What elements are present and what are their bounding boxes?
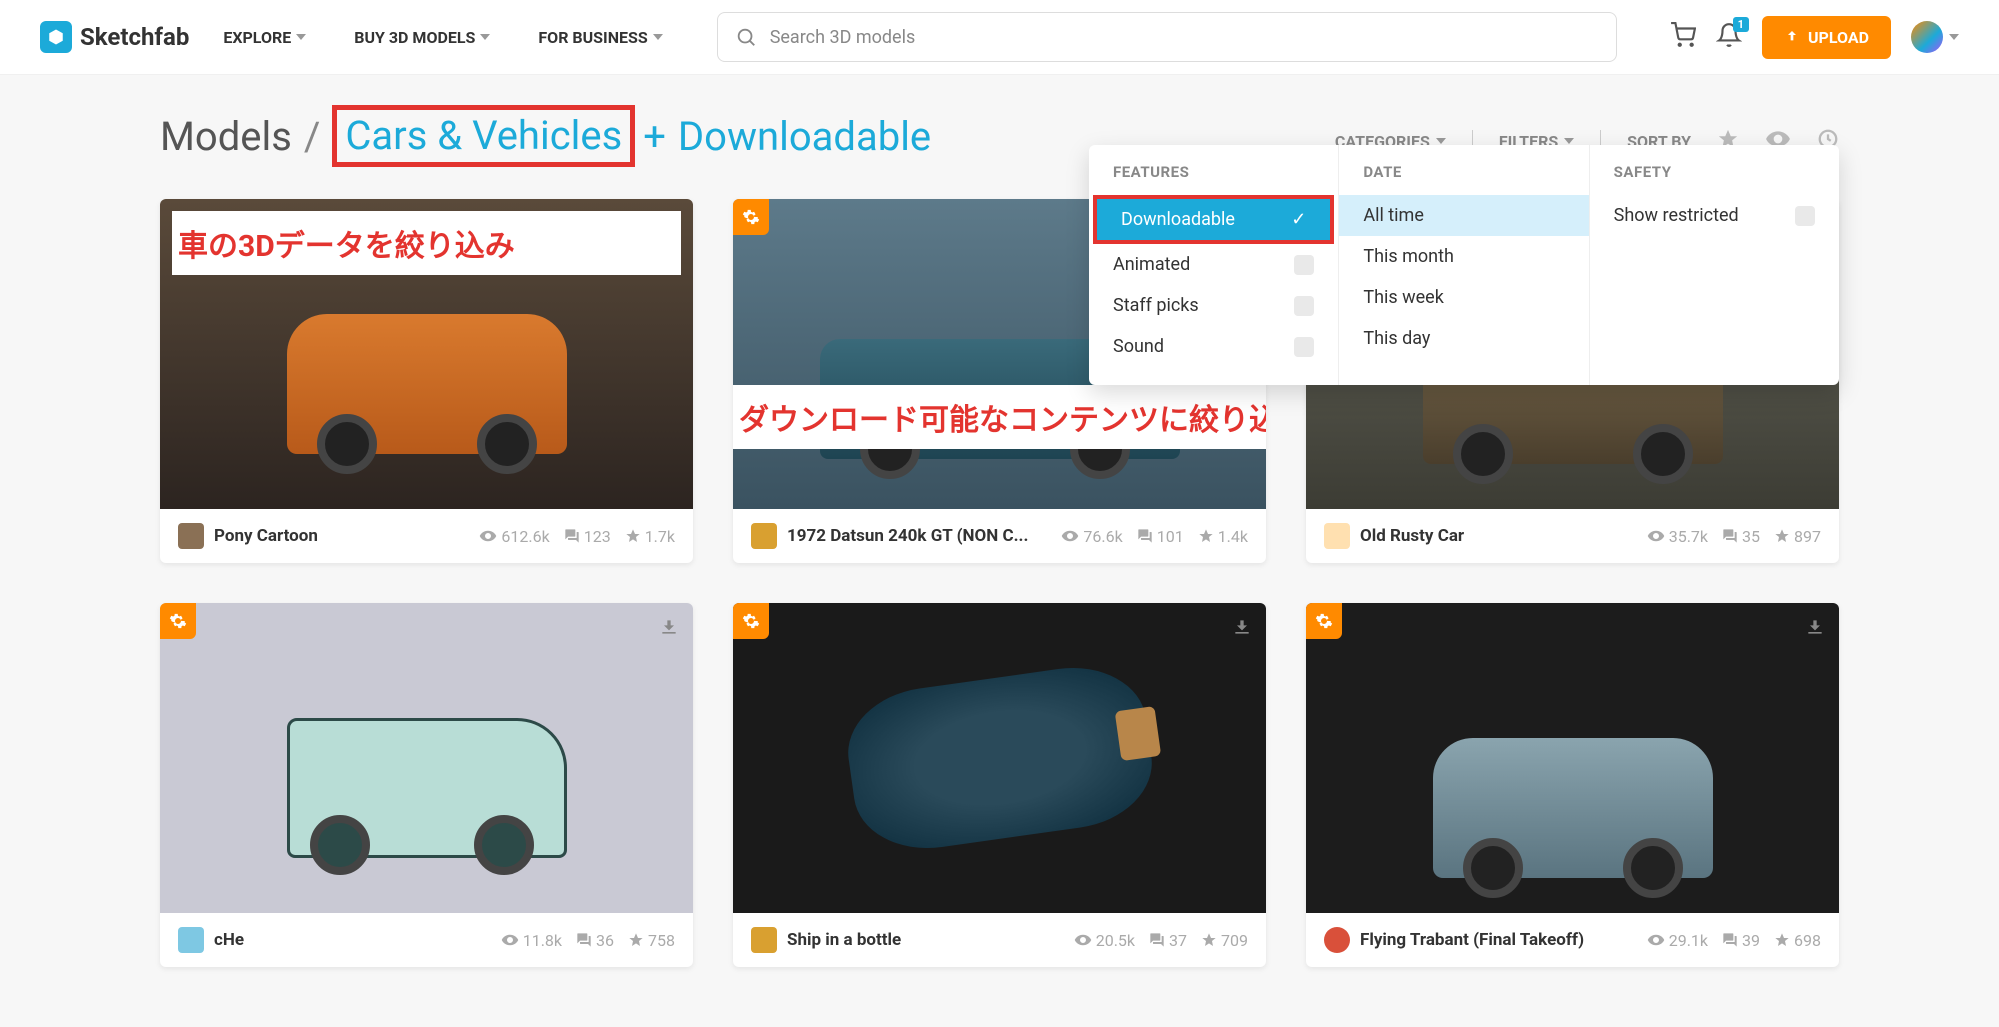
model-card[interactable]: cHe 11.8k 36 758 <box>160 603 693 967</box>
chevron-down-icon <box>1564 138 1574 144</box>
views-stat: 20.5k <box>1074 931 1135 950</box>
checkbox <box>1795 206 1815 226</box>
author-avatar[interactable] <box>178 927 204 953</box>
filter-this-month[interactable]: This month <box>1339 236 1588 277</box>
breadcrumb-plus: + <box>643 113 666 160</box>
notification-badge: 1 <box>1733 17 1749 32</box>
breadcrumb-tail[interactable]: Downloadable <box>678 113 931 160</box>
model-title[interactable]: Ship in a bottle <box>787 930 1064 950</box>
logo[interactable]: Sketchfab <box>40 21 189 53</box>
model-title[interactable]: Flying Trabant (Final Takeoff) <box>1360 930 1637 950</box>
download-icon <box>659 617 679 641</box>
filter-downloadable[interactable]: Downloadable ✓ <box>1097 199 1330 240</box>
chevron-down-icon <box>480 34 490 40</box>
header: Sketchfab EXPLORE BUY 3D MODELS FOR BUSI… <box>0 0 1999 75</box>
views-stat: 612.6k <box>479 527 549 546</box>
likes-stat: 758 <box>628 931 675 950</box>
breadcrumb-root[interactable]: Models <box>160 113 292 160</box>
likes-stat: 698 <box>1774 931 1821 950</box>
check-icon: ✓ <box>1291 209 1306 230</box>
model-card[interactable]: 車の3Dデータを絞り込み Pony Cartoon 612.6k 123 1.7… <box>160 199 693 563</box>
safety-heading: SAFETY <box>1590 163 1839 195</box>
download-icon <box>1805 617 1825 641</box>
brand-text: Sketchfab <box>80 23 189 51</box>
comments-stat: 123 <box>564 527 611 546</box>
filter-all-time[interactable]: All time <box>1339 195 1588 236</box>
search-input[interactable] <box>717 12 1617 62</box>
user-menu[interactable] <box>1911 21 1959 53</box>
thumbnail <box>733 603 1266 913</box>
gear-icon <box>160 603 196 639</box>
author-avatar[interactable] <box>1324 523 1350 549</box>
avatar <box>1911 21 1943 53</box>
views-stat: 35.7k <box>1647 527 1708 546</box>
date-heading: DATE <box>1339 163 1588 195</box>
comments-stat: 35 <box>1722 527 1760 546</box>
author-avatar[interactable] <box>751 523 777 549</box>
download-icon <box>1232 617 1252 641</box>
checkbox <box>1294 337 1314 357</box>
model-card[interactable]: Ship in a bottle 20.5k 37 709 <box>733 603 1266 967</box>
upload-button[interactable]: UPLOAD <box>1762 16 1891 59</box>
search-wrap <box>717 12 1617 62</box>
comments-stat: 37 <box>1149 931 1187 950</box>
chevron-down-icon <box>653 34 663 40</box>
gear-icon <box>733 603 769 639</box>
filter-staff-picks[interactable]: Staff picks <box>1089 285 1338 326</box>
author-avatar[interactable] <box>1324 927 1350 953</box>
model-title[interactable]: Old Rusty Car <box>1360 526 1637 546</box>
filter-show-restricted[interactable]: Show restricted <box>1590 195 1839 236</box>
filter-features-col: FEATURES Downloadable ✓ Animated Staff p… <box>1089 145 1339 385</box>
checkbox <box>1294 255 1314 275</box>
nav-business[interactable]: FOR BUSINESS <box>524 28 676 47</box>
filter-date-col: DATE All time This month This week This … <box>1339 145 1589 385</box>
model-card[interactable]: Flying Trabant (Final Takeoff) 29.1k 39 … <box>1306 603 1839 967</box>
filter-this-day[interactable]: This day <box>1339 318 1588 359</box>
chevron-down-icon <box>1949 34 1959 40</box>
views-stat: 76.6k <box>1061 527 1122 546</box>
chevron-down-icon <box>296 34 306 40</box>
author-avatar[interactable] <box>751 927 777 953</box>
filter-panel: FEATURES Downloadable ✓ Animated Staff p… <box>1089 145 1839 385</box>
filter-this-week[interactable]: This week <box>1339 277 1588 318</box>
breadcrumb: Models / Cars & Vehicles + Downloadable <box>160 105 931 167</box>
breadcrumb-sep: / <box>304 113 321 160</box>
nav-explore[interactable]: EXPLORE <box>209 28 320 47</box>
thumbnail: 車の3Dデータを絞り込み <box>160 199 693 509</box>
nav-buy[interactable]: BUY 3D MODELS <box>340 28 504 47</box>
page-body: Models / Cars & Vehicles + Downloadable … <box>0 75 1999 1027</box>
chevron-down-icon <box>1436 138 1446 144</box>
likes-stat: 1.4k <box>1198 527 1248 546</box>
gear-icon <box>1306 603 1342 639</box>
model-title[interactable]: 1972 Datsun 240k GT (NON C... <box>787 526 1051 546</box>
likes-stat: 897 <box>1774 527 1821 546</box>
model-title[interactable]: cHe <box>214 930 491 950</box>
thumbnail <box>160 603 693 913</box>
logo-icon <box>40 21 72 53</box>
likes-stat: 1.7k <box>625 527 675 546</box>
comments-stat: 39 <box>1722 931 1760 950</box>
gear-icon <box>733 199 769 235</box>
filter-animated[interactable]: Animated <box>1089 244 1338 285</box>
thumbnail <box>1306 603 1839 913</box>
annotation-text: 車の3Dデータを絞り込み <box>172 211 681 275</box>
cart-icon[interactable] <box>1670 22 1696 52</box>
comments-stat: 101 <box>1137 527 1184 546</box>
views-stat: 29.1k <box>1647 931 1708 950</box>
comments-stat: 36 <box>576 931 614 950</box>
views-stat: 11.8k <box>501 931 562 950</box>
model-title[interactable]: Pony Cartoon <box>214 526 469 546</box>
bell-icon[interactable]: 1 <box>1716 22 1742 52</box>
annotation-text: ダウンロード可能なコンテンツに絞り込み <box>733 385 1266 449</box>
checkbox <box>1294 296 1314 316</box>
features-heading: FEATURES <box>1089 163 1338 195</box>
author-avatar[interactable] <box>178 523 204 549</box>
filter-safety-col: SAFETY Show restricted <box>1590 145 1839 385</box>
breadcrumb-category[interactable]: Cars & Vehicles <box>332 105 635 167</box>
filter-sound[interactable]: Sound <box>1089 326 1338 367</box>
likes-stat: 709 <box>1201 931 1248 950</box>
search-icon <box>735 26 757 52</box>
